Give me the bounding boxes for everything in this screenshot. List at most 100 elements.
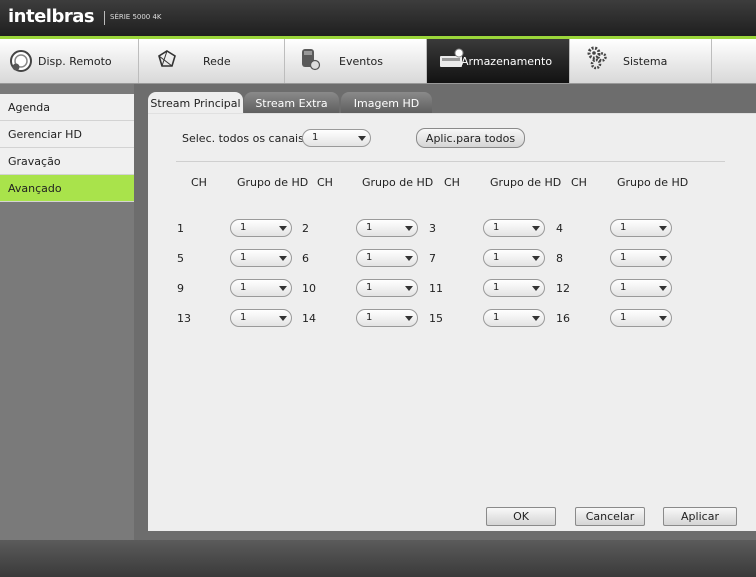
channel-number: 12: [556, 282, 570, 295]
sidebar-item-gerenciar-hd[interactable]: Gerenciar HD: [0, 121, 134, 148]
select-all-channels[interactable]: 1: [302, 129, 371, 147]
channel-number: 4: [556, 222, 563, 235]
remote-device-icon: [10, 50, 32, 72]
events-icon: [302, 49, 321, 71]
column-header-group: Grupo de HD: [362, 176, 434, 189]
tab-stream-extra[interactable]: Stream Extra: [244, 92, 339, 114]
hd-group-select[interactable]: 1: [356, 219, 418, 237]
chevron-down-icon: [532, 316, 540, 321]
sidebar-item-avancado[interactable]: Avançado: [0, 175, 134, 202]
select-value: 1: [240, 252, 247, 263]
channel-number: 13: [177, 312, 191, 325]
chevron-down-icon: [659, 256, 667, 261]
nav-label: Disp. Remoto: [38, 54, 112, 68]
select-value: 1: [312, 132, 319, 143]
select-value: 1: [620, 222, 627, 233]
select-value: 1: [493, 222, 500, 233]
main-nav: Disp. Remoto Rede Eventos Armazenamento: [0, 36, 756, 84]
system-gears-icon: [587, 46, 607, 70]
chevron-down-icon: [659, 316, 667, 321]
chevron-down-icon: [405, 226, 413, 231]
chevron-down-icon: [532, 256, 540, 261]
channel-number: 8: [556, 252, 563, 265]
hd-group-select[interactable]: 1: [610, 309, 672, 327]
title-bar: intelbras SÉRIE 5000 4K: [0, 0, 756, 36]
sidebar-item-gravacao[interactable]: Gravação: [0, 148, 134, 175]
hd-group-select[interactable]: 1: [610, 279, 672, 297]
select-value: 1: [366, 282, 373, 293]
hd-group-select[interactable]: 1: [230, 279, 292, 297]
hd-group-select[interactable]: 1: [230, 219, 292, 237]
chevron-down-icon: [405, 286, 413, 291]
nav-label: Armazenamento: [461, 54, 553, 68]
column-header-ch: CH: [571, 176, 587, 189]
select-value: 1: [240, 312, 247, 323]
select-value: 1: [366, 222, 373, 233]
select-value: 1: [493, 282, 500, 293]
nav-label: Eventos: [339, 54, 383, 68]
hd-group-select[interactable]: 1: [483, 249, 545, 267]
hd-group-select[interactable]: 1: [610, 249, 672, 267]
channel-number: 3: [429, 222, 436, 235]
ok-button[interactable]: OK: [486, 507, 556, 526]
chevron-down-icon: [405, 256, 413, 261]
hd-group-select[interactable]: 1: [356, 309, 418, 327]
channel-number: 5: [177, 252, 184, 265]
chevron-down-icon: [358, 136, 366, 141]
channel-number: 11: [429, 282, 443, 295]
select-value: 1: [493, 312, 500, 323]
cancel-button[interactable]: Cancelar: [575, 507, 645, 526]
sidebar: Agenda Gerenciar HD Gravação Avançado: [0, 84, 134, 540]
column-header-group: Grupo de HD: [490, 176, 562, 189]
hd-group-select[interactable]: 1: [483, 279, 545, 297]
chevron-down-icon: [659, 286, 667, 291]
select-all-label: Selec. todos os canais: [182, 132, 304, 145]
tab-stream-principal[interactable]: Stream Principal: [148, 92, 243, 114]
chevron-down-icon: [279, 316, 287, 321]
nav-rede[interactable]: Rede: [139, 39, 285, 83]
column-header-group: Grupo de HD: [237, 176, 309, 189]
channel-number: 7: [429, 252, 436, 265]
hd-group-select[interactable]: 1: [356, 249, 418, 267]
select-value: 1: [366, 252, 373, 263]
nav-sistema[interactable]: Sistema: [570, 39, 712, 83]
chevron-down-icon: [659, 226, 667, 231]
hd-group-select[interactable]: 1: [610, 219, 672, 237]
apply-button[interactable]: Aplicar: [663, 507, 737, 526]
hd-group-select[interactable]: 1: [356, 279, 418, 297]
brand-logo: intelbras: [8, 6, 95, 27]
channel-number: 15: [429, 312, 443, 325]
channel-number: 16: [556, 312, 570, 325]
select-value: 1: [493, 252, 500, 263]
sidebar-item-agenda[interactable]: Agenda: [0, 94, 134, 121]
select-value: 1: [620, 312, 627, 323]
channel-number: 10: [302, 282, 316, 295]
chevron-down-icon: [279, 256, 287, 261]
hd-group-select[interactable]: 1: [483, 309, 545, 327]
column-header-ch: CH: [444, 176, 460, 189]
nav-armazenamento[interactable]: Armazenamento: [427, 39, 570, 83]
hd-group-select[interactable]: 1: [230, 249, 292, 267]
brand-series: SÉRIE 5000 4K: [110, 13, 162, 21]
hd-group-select[interactable]: 1: [230, 309, 292, 327]
bottom-bar: [0, 540, 756, 577]
select-value: 1: [366, 312, 373, 323]
select-value: 1: [620, 252, 627, 263]
column-header-group: Grupo de HD: [617, 176, 689, 189]
nav-disp-remoto[interactable]: Disp. Remoto: [0, 39, 139, 83]
tab-imagem-hd[interactable]: Imagem HD: [341, 92, 432, 114]
chevron-down-icon: [532, 226, 540, 231]
chevron-down-icon: [279, 286, 287, 291]
nav-eventos[interactable]: Eventos: [285, 39, 427, 83]
hd-group-select[interactable]: 1: [483, 219, 545, 237]
chevron-down-icon: [532, 286, 540, 291]
select-value: 1: [240, 222, 247, 233]
channel-number: 6: [302, 252, 309, 265]
network-icon: [158, 50, 176, 67]
logo-divider: [104, 11, 105, 25]
channel-number: 1: [177, 222, 184, 235]
channel-number: 2: [302, 222, 309, 235]
chevron-down-icon: [279, 226, 287, 231]
channel-number: 14: [302, 312, 316, 325]
apply-all-button[interactable]: Aplic.para todos: [416, 128, 525, 148]
